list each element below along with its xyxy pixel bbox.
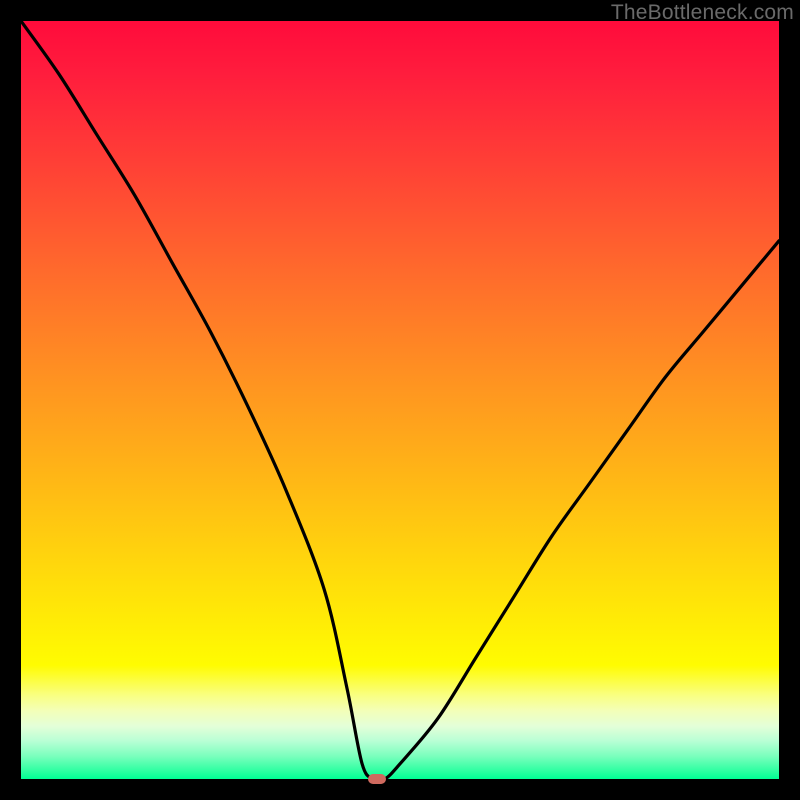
optimal-marker <box>368 774 386 784</box>
bottleneck-curve-path <box>21 21 779 779</box>
chart-curve-svg <box>21 21 779 779</box>
chart-frame <box>21 21 779 779</box>
